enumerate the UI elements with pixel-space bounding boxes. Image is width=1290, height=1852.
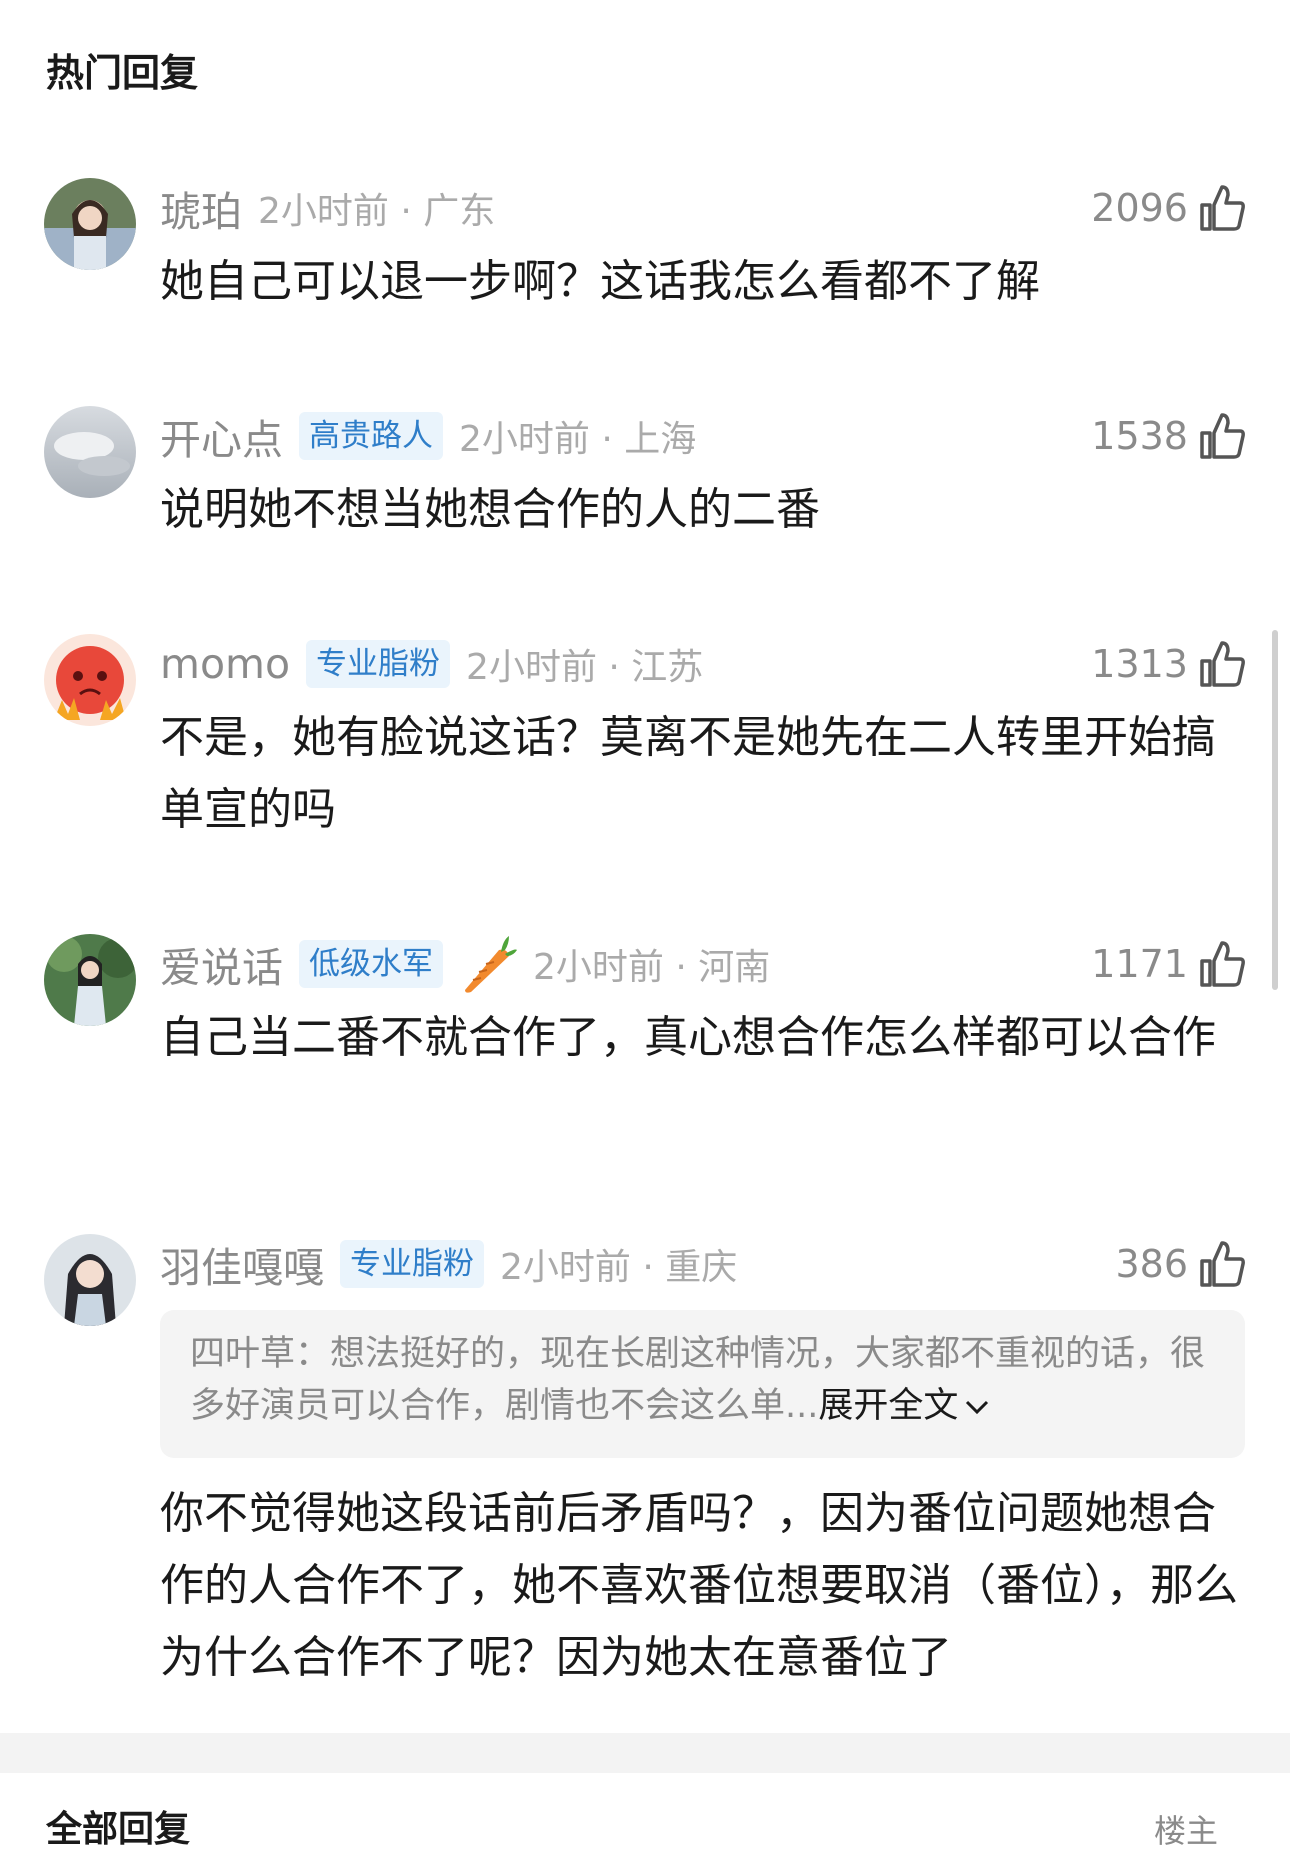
avatar[interactable] xyxy=(44,406,136,498)
comment-text: 她自己可以退一步啊？这话我怎么看都不了解 xyxy=(160,256,1040,307)
chevron-down-icon xyxy=(966,1400,989,1415)
all-replies-header xyxy=(0,1773,1290,1825)
thumbs-up-icon xyxy=(1200,641,1245,687)
timestamp-location: 2小时前 · 江苏 xyxy=(466,647,704,688)
section-divider xyxy=(0,1733,1290,1773)
user-badge: 低级水军 xyxy=(299,940,443,988)
like-button[interactable]: 2096 xyxy=(1091,180,1246,236)
expand-full-text-button[interactable]: 展开全文 xyxy=(818,1386,958,1426)
like-count: 386 xyxy=(1115,1242,1188,1286)
like-button[interactable]: 1171 xyxy=(1091,936,1246,992)
thumbs-up-icon xyxy=(1200,1241,1245,1287)
username[interactable]: 爱说话 xyxy=(160,934,283,994)
like-count: 1171 xyxy=(1091,942,1188,986)
scrollbar[interactable] xyxy=(1272,630,1278,990)
all-replies-title: 全部回复 xyxy=(46,1809,191,1850)
quoted-reply-content: 四叶草：想法挺好的，现在长剧这种情况，大家都不重视的话，很多好演员可以合作，剧情… xyxy=(190,1334,1206,1426)
timestamp-location: 2小时前 · 广东 xyxy=(258,191,496,232)
username[interactable]: momo xyxy=(160,640,290,688)
comment-text: 自己当二番不就合作了，真心想合作怎么样都可以合作 xyxy=(160,1012,1216,1063)
avatar[interactable] xyxy=(44,934,136,1026)
like-button[interactable]: 1313 xyxy=(1091,636,1246,692)
user-badge: 专业脂粉 xyxy=(306,640,451,688)
thumbs-up-icon xyxy=(1200,941,1245,987)
user-badge: 高贵路人 xyxy=(299,412,443,460)
like-button[interactable]: 386 xyxy=(1115,1236,1246,1292)
timestamp-location: 2小时前 · 重庆 xyxy=(500,1247,738,1288)
like-count: 1313 xyxy=(1091,642,1188,686)
timestamp-location: 2小时前 · 上海 xyxy=(459,419,697,460)
quoted-reply-text: 四叶草：想法挺好的，现在长剧这种情况，大家都不重视的话，很多好演员可以合作，剧情… xyxy=(190,1328,1210,1432)
avatar[interactable] xyxy=(44,634,136,726)
user-badge: 专业脂粉 xyxy=(340,1240,484,1288)
sort-op-filter[interactable]: 楼主 xyxy=(1154,1806,1218,1852)
like-count: 1538 xyxy=(1091,414,1188,458)
username[interactable]: 羽佳嘎嘎 xyxy=(160,1234,324,1294)
like-count: 2096 xyxy=(1091,186,1188,230)
quoted-reply[interactable]: 四叶草：想法挺好的，现在长剧这种情况，大家都不重视的话，很多好演员可以合作，剧情… xyxy=(160,1310,1245,1458)
username[interactable]: 开心点 xyxy=(160,406,283,466)
timestamp-location: 2小时前 · 河南 xyxy=(533,947,771,988)
avatar[interactable] xyxy=(44,1234,136,1326)
thumbs-up-icon xyxy=(1200,413,1245,459)
like-button[interactable]: 1538 xyxy=(1091,408,1246,464)
username[interactable]: 琥珀 xyxy=(160,178,242,238)
hot-replies-title: 热门回复 xyxy=(46,51,199,95)
carrot-icon xyxy=(465,936,517,993)
comment-text: 不是，她有脸说这话？莫离不是她先在二人转里开始搞单宣的吗 xyxy=(160,712,1216,835)
comment-text: 你不觉得她这段话前后矛盾吗？，因为番位问题她想合作的人合作不了，她不喜欢番位想要… xyxy=(160,1488,1238,1683)
comment-text: 说明她不想当她想合作的人的二番 xyxy=(160,484,820,535)
thumbs-up-icon xyxy=(1200,185,1245,231)
avatar[interactable] xyxy=(44,178,136,270)
